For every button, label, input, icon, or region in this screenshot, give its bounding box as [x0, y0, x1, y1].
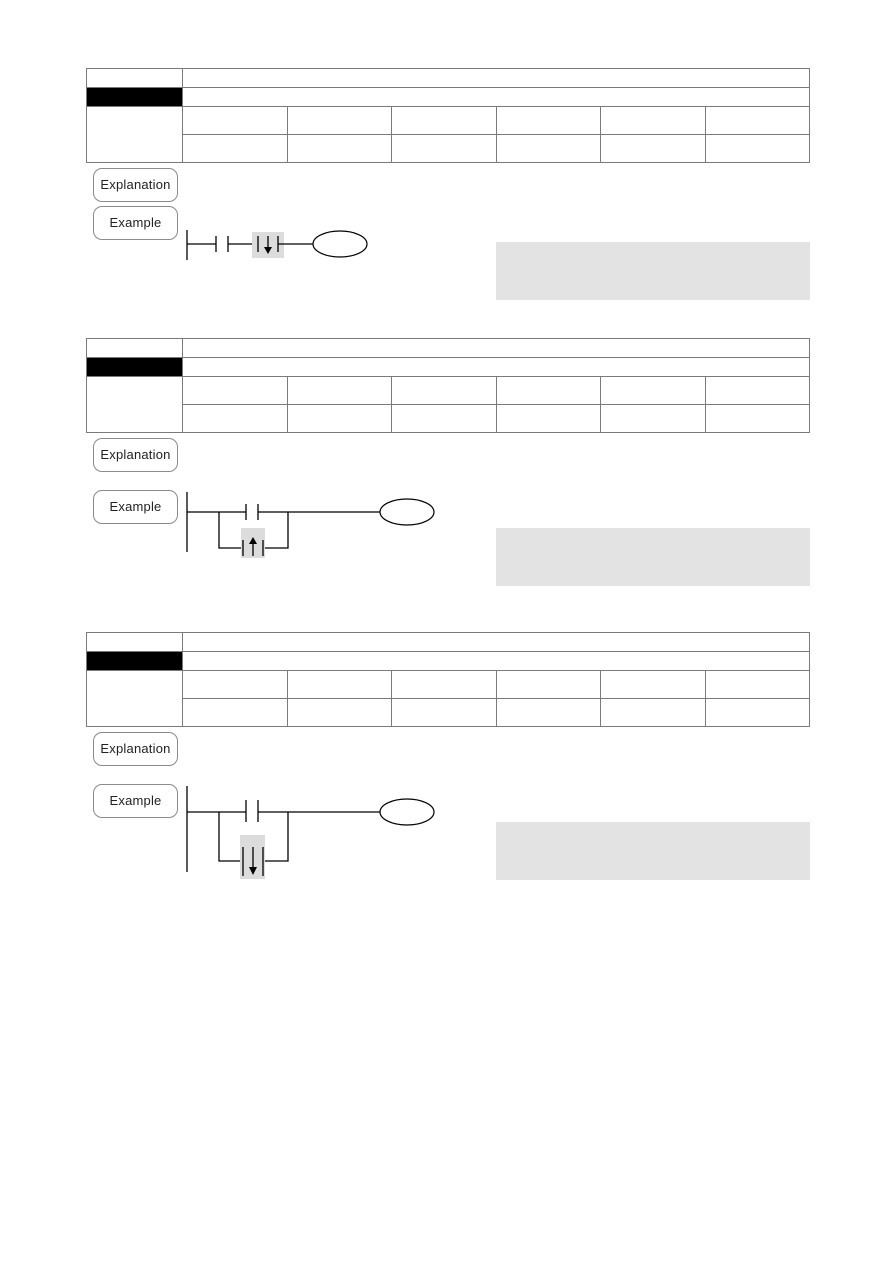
- note-box: [496, 528, 810, 586]
- output-coil: [379, 498, 435, 526]
- output-coil: [379, 798, 435, 826]
- instruction-section-3: Explanation Example: [86, 632, 810, 880]
- branch-wire: [263, 812, 289, 862]
- note-box: [496, 822, 810, 880]
- rising-edge-contact-icon: [241, 528, 265, 558]
- branch-wire: [218, 812, 243, 862]
- normally-open-contact: [245, 800, 259, 822]
- normally-open-contact: [245, 504, 259, 520]
- output-coil: [312, 230, 368, 258]
- falling-edge-contact-icon: [252, 232, 284, 258]
- instruction-section-1: Explanation Example: [86, 68, 810, 300]
- falling-edge-contact-icon: [240, 835, 265, 879]
- branch-wire: [218, 512, 243, 549]
- branch-wire: [263, 512, 289, 549]
- instruction-section-2: Explanation Example: [86, 338, 810, 586]
- note-box: [496, 242, 810, 300]
- normally-open-contact: [215, 236, 229, 252]
